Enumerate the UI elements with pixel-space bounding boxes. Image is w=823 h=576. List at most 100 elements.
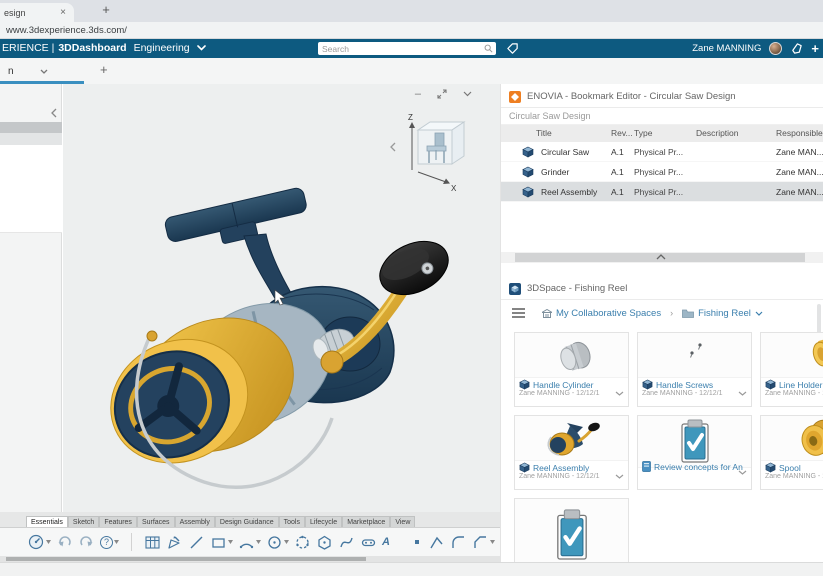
tile-meta: Zane MANNING - 12/12/1 (765, 390, 823, 397)
fillet-icon[interactable] (450, 534, 467, 551)
circle-icon[interactable] (266, 534, 289, 551)
hamburger-menu-icon[interactable] (512, 308, 525, 318)
slot-icon[interactable] (360, 534, 377, 551)
tile-review-concepts[interactable]: Review concepts for An (637, 415, 752, 490)
global-search[interactable] (318, 42, 496, 55)
perimeter-circle-icon[interactable] (294, 534, 311, 551)
tile-title[interactable]: Handle Cylinder (533, 380, 593, 390)
new-tab-button[interactable]: + (98, 2, 114, 17)
tile-title[interactable]: Review concepts for An (654, 462, 743, 472)
chevron-down-icon[interactable] (738, 470, 747, 475)
tile-title[interactable]: Handle Screws (656, 380, 713, 390)
tab-view[interactable]: View (390, 516, 415, 527)
bookmark-breadcrumb[interactable]: Circular Saw Design (501, 108, 823, 125)
tab-marketplace[interactable]: Marketplace (342, 516, 390, 527)
chevron-down-icon[interactable] (615, 474, 624, 479)
tile-spool[interactable]: Spool Zane MANNING - 12/12/1 (760, 415, 823, 490)
3d-viewport[interactable]: – Z X (63, 84, 500, 562)
tile-handle-screws[interactable]: Handle Screws Zane MANNING - 12/12/1 (637, 332, 752, 407)
column-type[interactable]: Type (634, 128, 652, 138)
chevron-down-icon[interactable] (40, 69, 48, 74)
tab-tools[interactable]: Tools (279, 516, 305, 527)
rectangle-icon[interactable] (210, 534, 233, 551)
polygon-icon[interactable] (316, 534, 333, 551)
tab-design-guidance[interactable]: Design Guidance (215, 516, 279, 527)
line-icon[interactable] (188, 534, 205, 551)
avatar[interactable] (769, 42, 782, 55)
help-icon[interactable]: ? (100, 536, 119, 549)
minimize-window-icon[interactable]: – (415, 89, 421, 99)
tab-essentials[interactable]: Essentials (26, 516, 68, 527)
chevron-down-icon[interactable] (197, 45, 206, 51)
redo-icon[interactable] (78, 534, 95, 551)
launcher-icon[interactable] (28, 534, 51, 551)
part-cube-icon (522, 146, 534, 158)
tile-meta: Zane MANNING - 12/12/1 (765, 473, 823, 480)
enovia-panel-header[interactable]: ENOVIA - Bookmark Editor - Circular Saw … (501, 86, 823, 108)
chamfer-icon[interactable] (472, 534, 495, 551)
toolbar-separator (131, 533, 132, 551)
corner-trim-icon[interactable] (428, 534, 445, 551)
space-panel-title: 3DSpace - Fishing Reel (527, 283, 627, 294)
bookmark-table-header[interactable]: Title Rev... Type Description Responsibl… (501, 125, 823, 142)
active-app-tab[interactable]: n (0, 62, 84, 81)
add-content-button[interactable]: + (811, 42, 819, 55)
tab-sketch[interactable]: Sketch (68, 516, 99, 527)
arc-icon[interactable] (238, 534, 261, 551)
collapse-panel-icon[interactable] (51, 108, 57, 118)
text-tool-icon[interactable]: A (382, 536, 390, 548)
brand-area[interactable]: ERIENCE | 3DDashboard Engineering (2, 42, 206, 54)
table-row-selected[interactable]: Reel Assembly A.1 Physical Pr... Zane MA… (501, 182, 823, 202)
browser-url-bar[interactable]: www.3dexperience.3ds.com/ (0, 22, 823, 39)
search-input[interactable] (318, 44, 484, 54)
collapse-up-icon[interactable] (656, 254, 666, 260)
space-panel-header[interactable]: 3DSpace - Fishing Reel (501, 278, 823, 300)
tag-icon[interactable] (506, 42, 519, 55)
tile-thumbnail (515, 416, 628, 461)
url-text: www.3dexperience.3ds.com/ (6, 25, 127, 36)
chevron-down-icon[interactable] (738, 391, 747, 396)
expand-window-icon[interactable] (437, 89, 447, 99)
scrollbar-thumb[interactable] (6, 557, 366, 561)
column-responsible[interactable]: Responsible (776, 128, 823, 138)
tile-line-holder[interactable]: Line Holder Zane MANNING - 12/12/1 (760, 332, 823, 407)
column-description[interactable]: Description (696, 128, 739, 138)
sketch-icon[interactable] (166, 534, 183, 551)
spline-icon[interactable] (338, 534, 355, 551)
undo-icon[interactable] (56, 534, 73, 551)
notification-tag-icon[interactable] (790, 42, 803, 55)
design-table-icon[interactable] (144, 534, 161, 551)
chevron-down-icon[interactable] (463, 91, 472, 97)
tab-lifecycle[interactable]: Lifecycle (305, 516, 342, 527)
tab-assembly[interactable]: Assembly (175, 516, 215, 527)
point-icon[interactable] (411, 536, 423, 548)
column-rev[interactable]: Rev... (611, 128, 633, 138)
tile-title[interactable]: Spool (779, 463, 801, 473)
tile-reel-assembly[interactable]: Reel Assembly Zane MANNING - 12/12/1 (514, 415, 629, 490)
tab-features[interactable]: Features (99, 516, 137, 527)
breadcrumb-root[interactable]: My Collaborative Spaces (542, 308, 661, 319)
tile-title[interactable]: Line Holder (779, 380, 822, 390)
user-name[interactable]: Zane MANNING (692, 43, 761, 54)
column-title[interactable]: Title (536, 128, 552, 138)
chevron-down-icon[interactable] (615, 391, 624, 396)
table-row[interactable]: Grinder A.1 Physical Pr... Zane MAN... (501, 162, 823, 182)
tree-panel-header[interactable] (0, 122, 62, 133)
bottom-page-strip (0, 562, 823, 576)
part-cube-icon (642, 379, 653, 390)
tab-surfaces[interactable]: Surfaces (137, 516, 175, 527)
close-icon[interactable]: × (60, 7, 66, 18)
fishing-reel-model[interactable] (68, 140, 478, 540)
app-tab-row: n + (0, 58, 823, 84)
tile-review-task[interactable] (514, 498, 629, 562)
breadcrumb-current[interactable]: Fishing Reel (682, 308, 763, 319)
table-row[interactable]: Circular Saw A.1 Physical Pr... Zane MAN… (501, 142, 823, 162)
tile-title[interactable]: Reel Assembly (533, 463, 589, 473)
panel-splitter-scrollbar[interactable] (501, 252, 823, 263)
tile-handle-cylinder[interactable]: Handle Cylinder Zane MANNING - 12/12/1 (514, 332, 629, 407)
enovia-panel-title: ENOVIA - Bookmark Editor - Circular Saw … (527, 91, 736, 102)
dashboard-name[interactable]: Engineering (134, 42, 190, 54)
browser-tab[interactable]: esign × (0, 3, 74, 22)
new-app-tab-button[interactable]: + (100, 62, 108, 77)
search-icon[interactable] (484, 44, 493, 53)
